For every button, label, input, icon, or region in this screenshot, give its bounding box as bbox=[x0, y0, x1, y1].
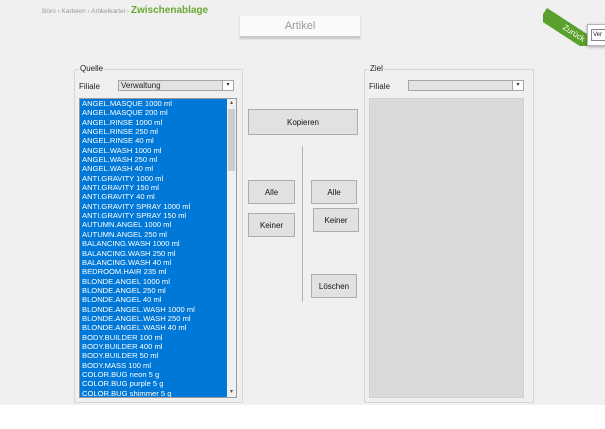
source-filiale-label: Filiale bbox=[79, 82, 100, 91]
select-all-target-label: Alle bbox=[327, 187, 341, 197]
source-scrollbar[interactable]: ▴ ▾ bbox=[227, 99, 236, 397]
list-item[interactable]: ANGEL.WASH 40 ml bbox=[80, 164, 236, 173]
select-all-target-button[interactable]: Alle bbox=[311, 180, 357, 204]
button-divider bbox=[302, 146, 303, 302]
list-item[interactable]: ANGEL.WASH 1000 ml bbox=[80, 146, 236, 155]
target-group-label: Ziel bbox=[369, 64, 384, 73]
target-article-list[interactable] bbox=[369, 98, 524, 398]
list-item[interactable]: ANTI.GRAVITY 150 ml bbox=[80, 183, 236, 192]
list-item[interactable]: BODY.MASS 100 ml bbox=[80, 361, 236, 370]
select-all-source-button[interactable]: Alle bbox=[248, 180, 295, 204]
list-item[interactable]: BLONDE.ANGEL 250 ml bbox=[80, 286, 236, 295]
source-group-label: Quelle bbox=[79, 64, 105, 73]
breadcrumb: Büro › Karteien › Artikelkartei › Zwisch… bbox=[42, 5, 208, 16]
list-item[interactable]: BALANCING.WASH 40 ml bbox=[80, 258, 236, 267]
list-item[interactable]: BODY.BUILDER 400 ml bbox=[80, 342, 236, 351]
list-item[interactable]: BLONDE.ANGEL 40 ml bbox=[80, 295, 236, 304]
select-none-target-button[interactable]: Keiner bbox=[313, 208, 359, 232]
list-item[interactable]: COLOR.BUG neon 5 g bbox=[80, 370, 236, 379]
list-item[interactable]: BLONDE.ANGEL.WASH 40 ml bbox=[80, 323, 236, 332]
copy-button[interactable]: Kopieren bbox=[248, 109, 358, 135]
popup-field[interactable]: Ver bbox=[591, 29, 605, 41]
breadcrumb-current: Zwischenablage bbox=[130, 5, 209, 16]
list-item[interactable]: ANGEL.RINSE 40 ml bbox=[80, 136, 236, 145]
source-filiale-select[interactable]: Verwaltung ▾ bbox=[118, 80, 234, 91]
list-item[interactable]: ANTI.GRAVITY SPRAY 150 ml bbox=[80, 211, 236, 220]
list-item[interactable]: BODY.BUILDER 50 ml bbox=[80, 351, 236, 360]
scroll-up-icon[interactable]: ▴ bbox=[227, 99, 236, 108]
list-item[interactable]: COLOR.BUG shimmer 5 g bbox=[80, 389, 236, 397]
popup-panel: Ver bbox=[587, 24, 605, 46]
scroll-thumb[interactable] bbox=[228, 109, 235, 171]
list-item[interactable]: COLOR.BUG purple 5 g bbox=[80, 379, 236, 388]
list-item[interactable]: ANGEL.RINSE 250 ml bbox=[80, 127, 236, 136]
delete-button[interactable]: Löschen bbox=[311, 274, 357, 298]
list-item[interactable]: ANTI.GRAVITY SPRAY 1000 ml bbox=[80, 202, 236, 211]
target-filiale-label: Filiale bbox=[369, 82, 390, 91]
page-title: Artikel bbox=[284, 20, 316, 32]
list-item[interactable]: BEDROOM.HAIR 235 ml bbox=[80, 267, 236, 276]
select-none-source-button[interactable]: Keiner bbox=[248, 213, 295, 237]
list-item[interactable]: BALANCING.WASH 250 ml bbox=[80, 249, 236, 258]
chevron-down-icon[interactable]: ▾ bbox=[222, 81, 233, 90]
list-item[interactable]: BLONDE.ANGEL.WASH 250 ml bbox=[80, 314, 236, 323]
target-filiale-select[interactable]: ▾ bbox=[408, 80, 524, 91]
list-item[interactable]: AUTUMN.ANGEL 250 ml bbox=[80, 230, 236, 239]
select-none-source-label: Keiner bbox=[259, 220, 284, 230]
source-items: ANGEL.MASQUE 1000 ml ANGEL.MASQUE 200 ml A… bbox=[80, 99, 236, 397]
select-all-source-label: Alle bbox=[264, 187, 279, 197]
app-window: Büro › Karteien › Artikelkartei › Zwisch… bbox=[0, 0, 605, 405]
delete-button-label: Löschen bbox=[318, 281, 350, 291]
list-item[interactable]: BALANCING.WASH 1000 ml bbox=[80, 239, 236, 248]
list-item[interactable]: BODY.BUILDER 100 ml bbox=[80, 333, 236, 342]
source-filiale-value: Verwaltung bbox=[121, 81, 161, 90]
list-item[interactable]: ANTI.GRAVITY 1000 ml bbox=[80, 174, 236, 183]
select-none-target-label: Keiner bbox=[324, 215, 348, 225]
list-item[interactable]: ANGEL.MASQUE 1000 ml bbox=[80, 99, 236, 108]
breadcrumb-path[interactable]: Büro › Karteien › Artikelkartei › bbox=[42, 8, 129, 15]
source-article-list[interactable]: ANGEL.MASQUE 1000 ml ANGEL.MASQUE 200 ml A… bbox=[79, 98, 237, 398]
list-item[interactable]: ANGEL.RINSE 1000 ml bbox=[80, 118, 236, 127]
list-item[interactable]: ANGEL.MASQUE 200 ml bbox=[80, 108, 236, 117]
list-item[interactable]: AUTUMN.ANGEL 1000 ml bbox=[80, 220, 236, 229]
scroll-down-icon[interactable]: ▾ bbox=[227, 388, 236, 397]
list-item[interactable]: BLONDE.ANGEL 1000 ml bbox=[80, 277, 236, 286]
copy-button-label: Kopieren bbox=[286, 117, 320, 127]
page-title-tab: Artikel bbox=[240, 16, 360, 38]
chevron-down-icon[interactable]: ▾ bbox=[512, 81, 523, 90]
list-item[interactable]: ANTI.GRAVITY 40 ml bbox=[80, 192, 236, 201]
list-item[interactable]: ANGEL.WASH 250 ml bbox=[80, 155, 236, 164]
list-item[interactable]: BLONDE.ANGEL.WASH 1000 ml bbox=[80, 305, 236, 314]
